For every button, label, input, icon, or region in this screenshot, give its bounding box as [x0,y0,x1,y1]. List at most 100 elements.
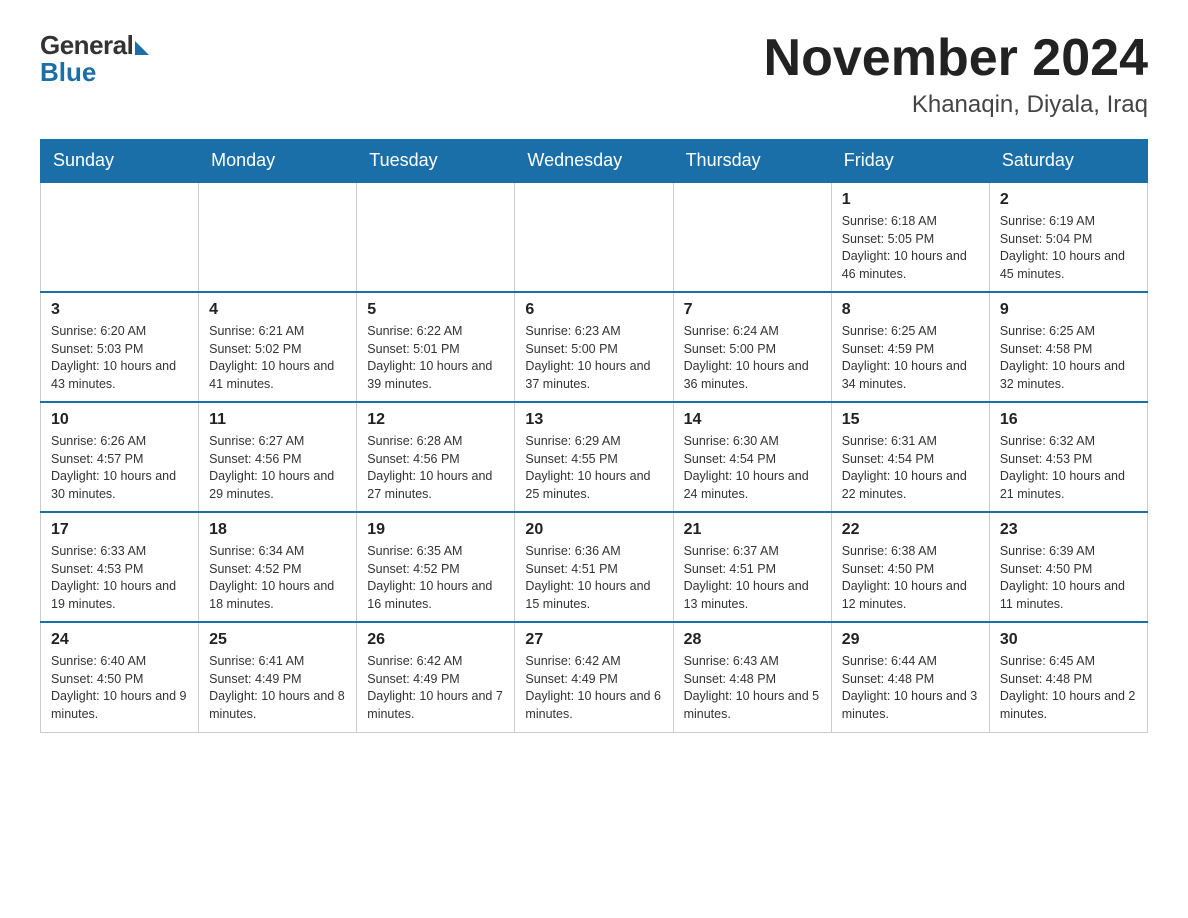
day-number: 1 [842,191,979,209]
day-info: Sunrise: 6:33 AM Sunset: 4:53 PM Dayligh… [51,543,188,613]
calendar-cell: 26 Sunrise: 6:42 AM Sunset: 4:49 PM Dayli… [357,622,515,732]
weekday-header-thursday: Thursday [673,140,831,183]
day-info: Sunrise: 6:42 AM Sunset: 4:49 PM Dayligh… [367,653,504,723]
logo-blue-text: Blue [40,57,96,88]
day-info: Sunrise: 6:24 AM Sunset: 5:00 PM Dayligh… [684,323,821,393]
title-area: November 2024 Khanaqin, Diyala, Iraq [764,30,1148,119]
calendar-cell: 5 Sunrise: 6:22 AM Sunset: 5:01 PM Daylig… [357,292,515,402]
calendar-cell: 7 Sunrise: 6:24 AM Sunset: 5:00 PM Daylig… [673,292,831,402]
day-info: Sunrise: 6:30 AM Sunset: 4:54 PM Dayligh… [684,433,821,503]
day-number: 6 [525,301,662,319]
day-number: 9 [1000,301,1137,319]
calendar-cell: 22 Sunrise: 6:38 AM Sunset: 4:50 PM Dayli… [831,512,989,622]
calendar-cell: 1 Sunrise: 6:18 AM Sunset: 5:05 PM Daylig… [831,182,989,292]
day-number: 5 [367,301,504,319]
day-number: 18 [209,521,346,539]
day-number: 8 [842,301,979,319]
calendar-cell: 20 Sunrise: 6:36 AM Sunset: 4:51 PM Dayli… [515,512,673,622]
day-info: Sunrise: 6:26 AM Sunset: 4:57 PM Dayligh… [51,433,188,503]
calendar-cell: 23 Sunrise: 6:39 AM Sunset: 4:50 PM Dayli… [989,512,1147,622]
calendar-cell: 27Sunrise: 6:42 AM Sunset: 4:49 PM Dayli… [515,622,673,732]
week-row-3: 10 Sunrise: 6:26 AM Sunset: 4:57 PM Dayli… [41,402,1148,512]
weekday-header-sunday: Sunday [41,140,199,183]
calendar-cell: 21Sunrise: 6:37 AM Sunset: 4:51 PM Dayli… [673,512,831,622]
day-number: 16 [1000,411,1137,429]
day-number: 20 [525,521,662,539]
day-number: 22 [842,521,979,539]
day-number: 13 [525,411,662,429]
week-row-1: 1 Sunrise: 6:18 AM Sunset: 5:05 PM Daylig… [41,182,1148,292]
day-number: 29 [842,631,979,649]
day-number: 14 [684,411,821,429]
day-info: Sunrise: 6:43 AM Sunset: 4:48 PM Dayligh… [684,653,821,723]
calendar-cell: 17 Sunrise: 6:33 AM Sunset: 4:53 PM Dayli… [41,512,199,622]
calendar-cell [515,182,673,292]
day-info: Sunrise: 6:31 AM Sunset: 4:54 PM Dayligh… [842,433,979,503]
day-info: Sunrise: 6:40 AM Sunset: 4:50 PM Dayligh… [51,653,188,723]
day-info: Sunrise: 6:34 AM Sunset: 4:52 PM Dayligh… [209,543,346,613]
calendar-cell: 18 Sunrise: 6:34 AM Sunset: 4:52 PM Dayli… [199,512,357,622]
day-number: 23 [1000,521,1137,539]
calendar-cell [41,182,199,292]
calendar-cell: 3 Sunrise: 6:20 AM Sunset: 5:03 PM Daylig… [41,292,199,402]
day-info: Sunrise: 6:39 AM Sunset: 4:50 PM Dayligh… [1000,543,1137,613]
day-number: 15 [842,411,979,429]
week-row-4: 17 Sunrise: 6:33 AM Sunset: 4:53 PM Dayli… [41,512,1148,622]
day-info: Sunrise: 6:21 AM Sunset: 5:02 PM Dayligh… [209,323,346,393]
weekday-header-monday: Monday [199,140,357,183]
week-row-5: 24 Sunrise: 6:40 AM Sunset: 4:50 PM Dayli… [41,622,1148,732]
calendar-cell: 4 Sunrise: 6:21 AM Sunset: 5:02 PM Daylig… [199,292,357,402]
day-number: 19 [367,521,504,539]
day-number: 7 [684,301,821,319]
calendar-cell [357,182,515,292]
weekday-header-saturday: Saturday [989,140,1147,183]
day-info: Sunrise: 6:36 AM Sunset: 4:51 PM Dayligh… [525,543,662,613]
location-subtitle: Khanaqin, Diyala, Iraq [764,91,1148,119]
calendar-cell: 15 Sunrise: 6:31 AM Sunset: 4:54 PM Dayli… [831,402,989,512]
calendar-cell: 6Sunrise: 6:23 AM Sunset: 5:00 PM Daylig… [515,292,673,402]
calendar-cell [673,182,831,292]
day-number: 12 [367,411,504,429]
day-info: Sunrise: 6:38 AM Sunset: 4:50 PM Dayligh… [842,543,979,613]
day-number: 25 [209,631,346,649]
day-info: Sunrise: 6:44 AM Sunset: 4:48 PM Dayligh… [842,653,979,723]
calendar-cell: 14 Sunrise: 6:30 AM Sunset: 4:54 PM Dayli… [673,402,831,512]
month-year-title: November 2024 [764,30,1148,87]
calendar-table: SundayMondayTuesdayWednesdayThursdayFrid… [40,139,1148,733]
calendar-cell: 29 Sunrise: 6:44 AM Sunset: 4:48 PM Dayli… [831,622,989,732]
weekday-header-wednesday: Wednesday [515,140,673,183]
day-info: Sunrise: 6:37 AM Sunset: 4:51 PM Dayligh… [684,543,821,613]
day-number: 24 [51,631,188,649]
day-info: Sunrise: 6:18 AM Sunset: 5:05 PM Dayligh… [842,213,979,283]
day-number: 26 [367,631,504,649]
day-info: Sunrise: 6:35 AM Sunset: 4:52 PM Dayligh… [367,543,504,613]
calendar-cell: 9 Sunrise: 6:25 AM Sunset: 4:58 PM Daylig… [989,292,1147,402]
calendar-cell: 16Sunrise: 6:32 AM Sunset: 4:53 PM Dayli… [989,402,1147,512]
day-number: 17 [51,521,188,539]
calendar-cell: 25Sunrise: 6:41 AM Sunset: 4:49 PM Dayli… [199,622,357,732]
calendar-cell: 19 Sunrise: 6:35 AM Sunset: 4:52 PM Dayli… [357,512,515,622]
day-info: Sunrise: 6:20 AM Sunset: 5:03 PM Dayligh… [51,323,188,393]
day-number: 3 [51,301,188,319]
week-row-2: 3 Sunrise: 6:20 AM Sunset: 5:03 PM Daylig… [41,292,1148,402]
calendar-cell: 2Sunrise: 6:19 AM Sunset: 5:04 PM Daylig… [989,182,1147,292]
day-number: 10 [51,411,188,429]
logo-arrow-icon [135,41,149,55]
weekday-header-friday: Friday [831,140,989,183]
calendar-cell: 28Sunrise: 6:43 AM Sunset: 4:48 PM Dayli… [673,622,831,732]
day-info: Sunrise: 6:42 AM Sunset: 4:49 PM Dayligh… [525,653,662,723]
day-info: Sunrise: 6:22 AM Sunset: 5:01 PM Dayligh… [367,323,504,393]
calendar-header-row: SundayMondayTuesdayWednesdayThursdayFrid… [41,140,1148,183]
calendar-cell: 13Sunrise: 6:29 AM Sunset: 4:55 PM Dayli… [515,402,673,512]
day-info: Sunrise: 6:28 AM Sunset: 4:56 PM Dayligh… [367,433,504,503]
day-info: Sunrise: 6:19 AM Sunset: 5:04 PM Dayligh… [1000,213,1137,283]
calendar-cell: 10 Sunrise: 6:26 AM Sunset: 4:57 PM Dayli… [41,402,199,512]
calendar-cell: 11Sunrise: 6:27 AM Sunset: 4:56 PM Dayli… [199,402,357,512]
day-info: Sunrise: 6:27 AM Sunset: 4:56 PM Dayligh… [209,433,346,503]
calendar-cell: 30Sunrise: 6:45 AM Sunset: 4:48 PM Dayli… [989,622,1147,732]
calendar-cell: 8 Sunrise: 6:25 AM Sunset: 4:59 PM Daylig… [831,292,989,402]
day-info: Sunrise: 6:25 AM Sunset: 4:59 PM Dayligh… [842,323,979,393]
day-info: Sunrise: 6:25 AM Sunset: 4:58 PM Dayligh… [1000,323,1137,393]
calendar-cell [199,182,357,292]
day-number: 4 [209,301,346,319]
